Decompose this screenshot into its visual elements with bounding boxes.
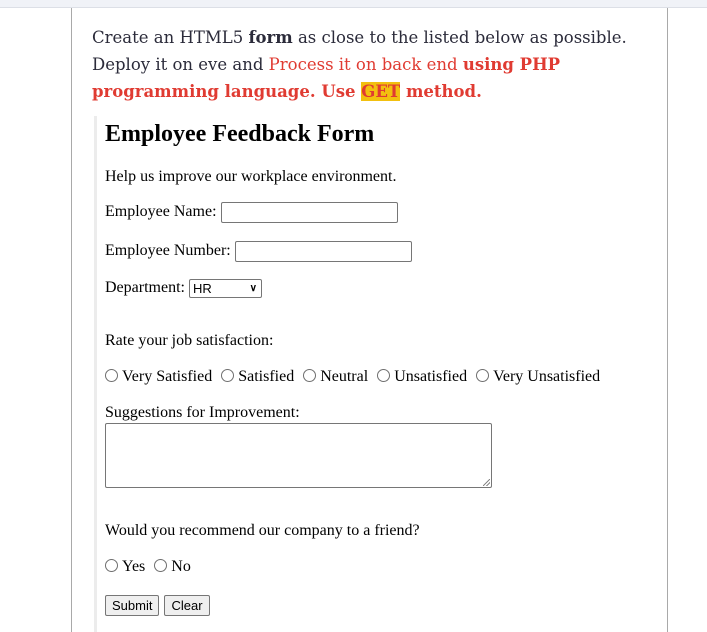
radio-label-neutral: Neutral bbox=[320, 368, 369, 385]
radio-very-satisfied[interactable] bbox=[105, 369, 118, 382]
instructions-method-text: method. bbox=[400, 82, 482, 101]
department-selected-value: HR bbox=[192, 281, 212, 296]
instructions-get-highlight: GET bbox=[361, 82, 401, 101]
suggestions-textarea[interactable] bbox=[105, 423, 492, 488]
clear-button[interactable]: Clear bbox=[164, 595, 210, 616]
department-select[interactable]: HR ∨ bbox=[188, 279, 262, 298]
assignment-instructions: Create an HTML5 form as close to the lis… bbox=[92, 24, 632, 105]
content-border-right bbox=[667, 8, 668, 632]
radio-satisfied[interactable] bbox=[221, 369, 235, 382]
form-subtitle: Help us improve our workplace environmen… bbox=[105, 168, 397, 185]
feedback-form: Employee Feedback Form Help us improve o… bbox=[94, 116, 662, 632]
radio-yes[interactable] bbox=[105, 559, 118, 572]
employee-name-label: Employee Name: bbox=[105, 203, 217, 221]
employee-number-input[interactable] bbox=[234, 241, 412, 262]
content-border-left bbox=[71, 8, 72, 632]
satisfaction-radio-group: Very Satisfied Satisfied Neutral Unsatis… bbox=[100, 368, 600, 386]
employee-name-row: Employee Name: bbox=[105, 202, 398, 223]
top-bar bbox=[0, 0, 707, 8]
radio-very-unsatisfied[interactable] bbox=[476, 369, 490, 382]
radio-label-no: No bbox=[171, 558, 191, 575]
radio-label-very-unsatisfied: Very Unsatisfied bbox=[493, 368, 601, 385]
employee-name-input[interactable] bbox=[220, 202, 398, 223]
radio-no[interactable] bbox=[154, 559, 168, 572]
chevron-down-icon: ∨ bbox=[249, 283, 257, 294]
satisfaction-label: Rate your job satisfaction: bbox=[105, 332, 274, 349]
instructions-text-1: Create an HTML5 bbox=[92, 28, 249, 47]
resize-grip-icon[interactable] bbox=[483, 479, 490, 486]
radio-label-very-satisfied: Very Satisfied bbox=[122, 368, 213, 385]
employee-number-row: Employee Number: bbox=[105, 241, 412, 262]
suggestions-label: Suggestions for Improvement: bbox=[105, 404, 300, 421]
department-row: Department: HR ∨ bbox=[105, 279, 262, 298]
instructions-process-text: Process it on back end bbox=[268, 55, 463, 74]
radio-neutral[interactable] bbox=[303, 369, 317, 382]
radio-label-yes: Yes bbox=[122, 558, 146, 575]
radio-unsatisfied[interactable] bbox=[377, 369, 391, 382]
recommend-radio-group: Yes No bbox=[100, 558, 191, 576]
form-buttons: Submit Clear bbox=[105, 595, 211, 616]
employee-number-label: Employee Number: bbox=[105, 242, 231, 260]
department-label: Department: bbox=[105, 279, 185, 297]
radio-label-satisfied: Satisfied bbox=[238, 368, 295, 385]
form-title: Employee Feedback Form bbox=[105, 121, 375, 147]
radio-label-unsatisfied: Unsatisfied bbox=[394, 368, 468, 385]
recommend-label: Would you recommend our company to a fri… bbox=[105, 522, 420, 539]
instructions-form-word: form bbox=[248, 28, 293, 47]
submit-button[interactable]: Submit bbox=[105, 595, 160, 616]
